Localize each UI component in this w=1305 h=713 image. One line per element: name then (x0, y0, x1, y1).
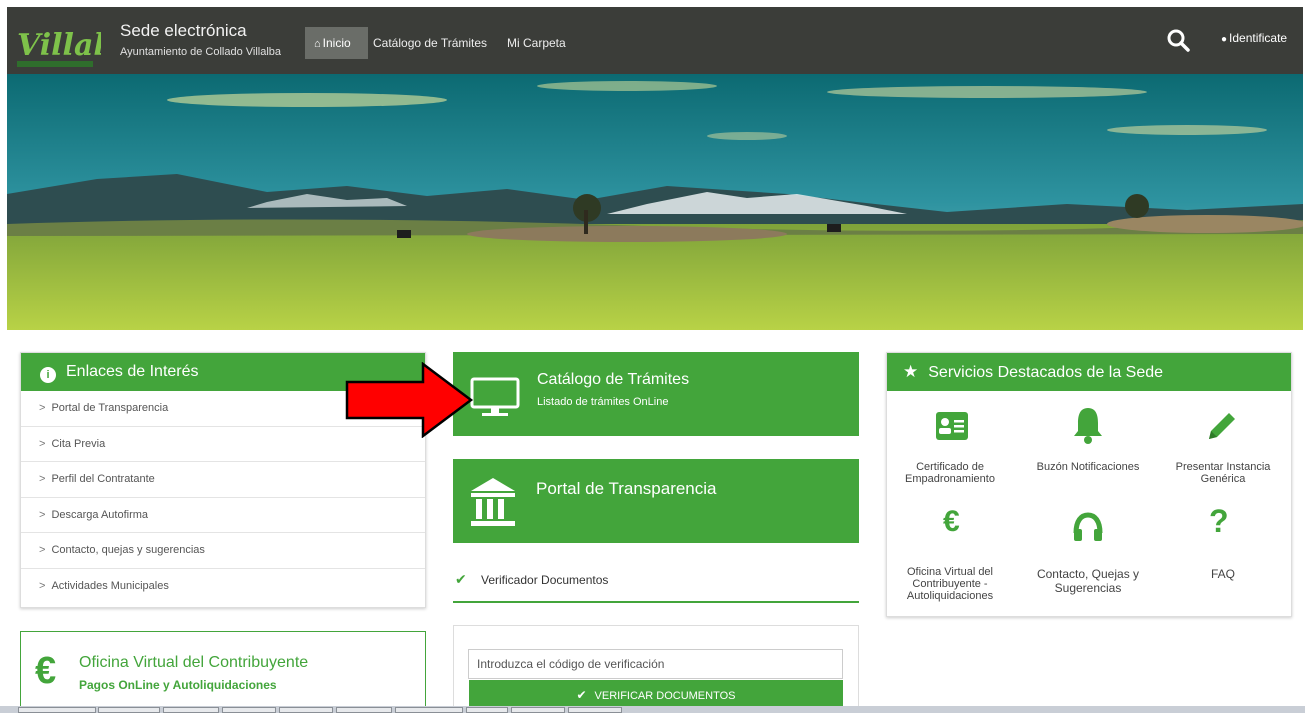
nav-catalogo-tramites[interactable]: Catálogo de Trámites (373, 27, 487, 59)
taskbar-item[interactable] (98, 707, 160, 713)
taskbar-item[interactable] (395, 707, 463, 713)
taskbar-item[interactable] (222, 707, 276, 713)
nav-mi-carpeta[interactable]: Mi Carpeta (507, 27, 566, 59)
star-icon: ★ (903, 362, 919, 381)
link-label: Perfil del Contratante (51, 473, 155, 485)
verification-code-input[interactable] (468, 649, 843, 679)
link-perfil-contratante[interactable]: > Perfil del Contratante (21, 462, 425, 498)
servicio-certificado-empadronamiento[interactable]: Certificado de Empadronamiento (889, 461, 1011, 485)
link-label: Portal de Transparencia (51, 402, 169, 414)
verificador-divider (453, 601, 859, 603)
servicio-presentar-instancia[interactable]: Presentar Instancia Genérica (1162, 461, 1284, 485)
taskbar-item[interactable] (466, 707, 508, 713)
chevron-right-icon: > (39, 579, 46, 592)
site-title: Sede electrónica (120, 21, 247, 40)
verificar-button-label: VERIFICAR DOCUMENTOS (594, 690, 736, 702)
euro-icon: € (35, 650, 57, 692)
id-card-icon[interactable] (935, 411, 969, 441)
bank-building-icon (471, 478, 515, 526)
taskbar-item[interactable] (568, 707, 622, 713)
servicios-header: ★ Servicios Destacados de la Sede (887, 353, 1291, 391)
contribuyente-title: Oficina Virtual del Contribuyente (79, 654, 309, 671)
nav-inicio-label: Inicio (322, 36, 351, 50)
question-icon[interactable]: ? (1209, 503, 1229, 540)
link-descarga-autofirma[interactable]: > Descarga Autofirma (21, 498, 425, 533)
oficina-contribuyente-card[interactable]: € Oficina Virtual del Contribuyente Pago… (20, 631, 426, 713)
servicio-faq[interactable]: FAQ (1162, 567, 1284, 581)
taskbar-item[interactable] (511, 707, 565, 713)
pencil-icon[interactable] (1205, 409, 1239, 443)
villalba-logo[interactable]: Villalba (9, 11, 101, 75)
servicios-title: Servicios Destacados de la Sede (928, 364, 1164, 381)
nav-inicio[interactable]: ⌂ Inicio (305, 27, 368, 59)
info-icon: i (40, 367, 56, 383)
top-navbar: Villalba Sede electrónica Ayuntamiento d… (7, 7, 1303, 75)
chevron-right-icon: > (39, 437, 46, 450)
search-icon[interactable] (1166, 28, 1192, 54)
contribuyente-subtitle: Pagos OnLine y Autoliquidaciones (79, 678, 277, 692)
svg-text:Villalba: Villalba (17, 28, 101, 63)
taskbar-item[interactable] (336, 707, 392, 713)
chevron-right-icon: > (39, 402, 46, 414)
enlaces-interes-title: Enlaces de Interés (66, 363, 199, 380)
servicios-destacados-panel: ★ Servicios Destacados de la Sede Certifi… (886, 352, 1292, 617)
site-subtitle: Ayuntamiento de Collado Villalba (120, 46, 282, 58)
login-link[interactable]: ● Identificate (1221, 31, 1287, 45)
link-label: Cita Previa (51, 437, 106, 450)
link-actividades-municipales[interactable]: > Actividades Municipales (21, 569, 425, 605)
taskbar-item[interactable] (163, 707, 219, 713)
servicio-oficina-virtual[interactable]: Oficina Virtual del Contribuyente - Auto… (889, 566, 1011, 602)
check-icon: ✔ (455, 571, 467, 587)
link-label: Contacto, quejas y sugerencias (51, 544, 205, 556)
link-label: Actividades Municipales (51, 579, 169, 592)
user-icon: ● (1221, 34, 1228, 45)
monitor-icon (470, 377, 520, 416)
euro-icon[interactable]: € (943, 505, 960, 539)
catalogo-tramites-card[interactable]: Catálogo de Trámites Listado de trámites… (453, 352, 859, 436)
red-arrow-annotation (345, 362, 474, 438)
servicio-contacto-quejas[interactable]: Contacto, Quejas y Sugerencias (1027, 567, 1149, 595)
catalogo-tramites-title: Catálogo de Trámites (537, 371, 690, 388)
portal-transparencia-title: Portal de Transparencia (536, 479, 717, 498)
hero-landscape-image (7, 74, 1303, 330)
chevron-right-icon: > (39, 544, 46, 556)
headphones-icon[interactable] (1071, 511, 1105, 543)
link-label: Descarga Autofirma (51, 508, 149, 521)
taskbar-item[interactable] (279, 707, 333, 713)
home-icon: ⌂ (314, 38, 321, 50)
chevron-right-icon: > (39, 508, 46, 521)
bell-icon[interactable] (1071, 405, 1105, 445)
portal-transparencia-card[interactable]: Portal de Transparencia (453, 459, 859, 543)
verificador-label: Verificador Documentos (481, 573, 609, 587)
taskbar-item[interactable] (18, 707, 96, 713)
link-contacto-quejas[interactable]: > Contacto, quejas y sugerencias (21, 533, 425, 569)
check-icon: ✔ (576, 688, 587, 702)
chevron-right-icon: > (39, 473, 46, 485)
servicio-buzon-notificaciones[interactable]: Buzón Notificaciones (1027, 461, 1149, 473)
login-label: Identificate (1229, 31, 1288, 45)
catalogo-tramites-subtitle: Listado de trámites OnLine (537, 396, 669, 408)
